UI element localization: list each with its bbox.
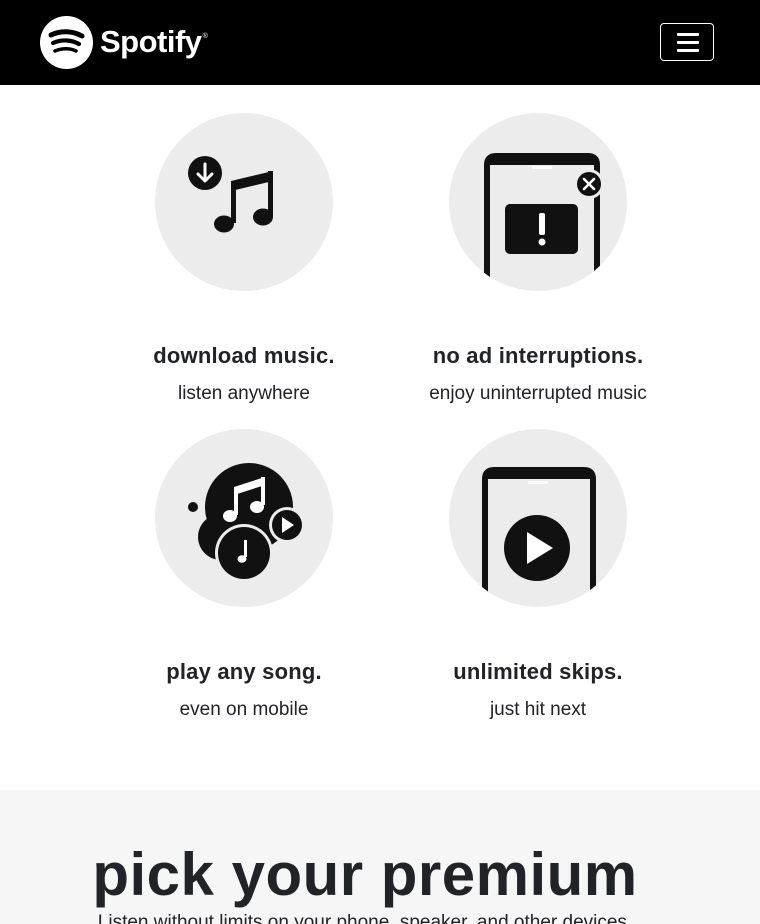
feature-download-music: download music. listen anywhere bbox=[94, 113, 394, 405]
hamburger-menu-button[interactable] bbox=[660, 23, 714, 61]
brand-name: Spotify bbox=[100, 23, 202, 59]
premium-section: pick your premium Listen without limits … bbox=[0, 790, 760, 924]
feature-title: play any song. bbox=[166, 659, 322, 684]
navbar: Spotify ® bbox=[0, 0, 760, 85]
spotify-logo[interactable]: Spotify ® bbox=[40, 16, 208, 69]
feature-no-ads: no ad interruptions. enjoy uninterrupted… bbox=[388, 113, 688, 405]
feature-subtitle: even on mobile bbox=[179, 699, 309, 720]
feature-title: unlimited skips. bbox=[453, 659, 623, 684]
feature-title: download music. bbox=[153, 343, 335, 368]
hamburger-menu-icon bbox=[677, 41, 699, 44]
feature-icon-circle bbox=[155, 113, 333, 291]
unlimited-skips-icon bbox=[482, 467, 596, 607]
feature-icon-circle bbox=[449, 113, 627, 291]
feature-subtitle: just hit next bbox=[489, 699, 587, 720]
hamburger-menu-icon bbox=[677, 49, 699, 52]
feature-subtitle: enjoy uninterrupted music bbox=[429, 383, 647, 404]
feature-icon-circle bbox=[449, 429, 627, 607]
premium-heading: pick your premium bbox=[92, 841, 638, 908]
no-ads-icon bbox=[484, 153, 604, 291]
play-any-song-icon bbox=[188, 463, 305, 582]
premium-subtext: Listen without limits on your phone, spe… bbox=[97, 912, 633, 924]
registered-mark: ® bbox=[202, 33, 208, 40]
hamburger-menu-icon bbox=[677, 33, 699, 36]
feature-unlimited-skips: unlimited skips. just hit next bbox=[388, 429, 688, 721]
feature-title: no ad interruptions. bbox=[432, 343, 644, 368]
download-music-icon bbox=[188, 156, 273, 233]
feature-subtitle: listen anywhere bbox=[177, 383, 311, 404]
feature-icon-circle bbox=[155, 429, 333, 607]
feature-play-any-song: play any song. even on mobile bbox=[94, 429, 394, 721]
spotify-logo-icon bbox=[40, 16, 93, 69]
